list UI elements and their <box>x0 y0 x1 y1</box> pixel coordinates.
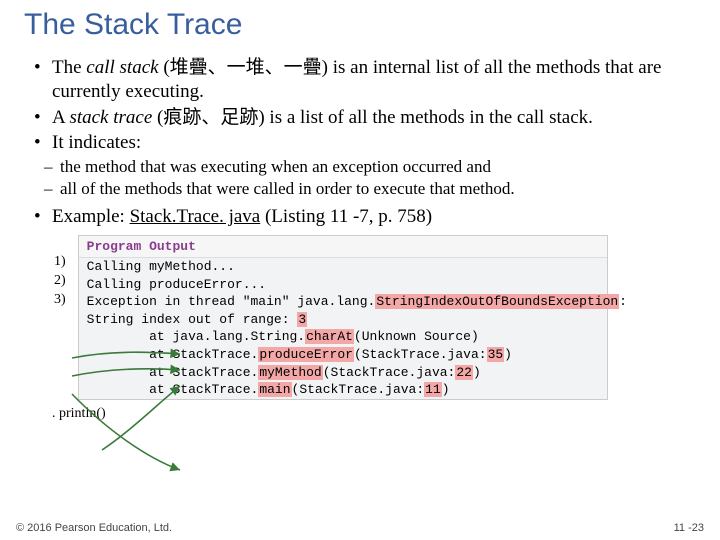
code-line: Calling myMethod... <box>79 258 607 276</box>
footer: © 2016 Pearson Education, Ltd. 11 -23 <box>16 522 704 534</box>
text: Example: <box>52 206 130 227</box>
text: at java.lang.String. <box>87 329 305 344</box>
step-1: 1) <box>54 253 66 272</box>
bullet-4: Example: Stack.Trace. java (Listing 11 -… <box>34 205 704 229</box>
page-title: The Stack Trace <box>24 8 704 42</box>
text: Exception in thread "main" java.lang. <box>87 294 376 309</box>
code-line: Exception in thread "main" java.lang.Str… <box>79 293 607 311</box>
exception-class: StringIndexOutOfBoundsException <box>375 294 619 309</box>
text: (StackTrace.java: <box>292 382 425 397</box>
text: at StackTrace. <box>87 365 259 380</box>
bullet-1: The call stack (堆疊、一堆、一疊) is an internal… <box>34 56 704 104</box>
code-line: at StackTrace.produceError(StackTrace.ja… <box>79 346 607 364</box>
term-stack-trace: stack trace <box>69 107 152 128</box>
code-line: Calling produceError... <box>79 276 607 294</box>
step-numbers: 1) 2) 3) <box>54 253 66 310</box>
text: at StackTrace. <box>87 347 259 362</box>
code-line: String index out of range: 3 <box>79 311 607 329</box>
example-row: 1) 2) 3) Program Output Calling myMethod… <box>54 235 704 400</box>
text: at StackTrace. <box>87 382 259 397</box>
dash-2: all of the methods that were called in o… <box>44 179 704 199</box>
line-number: 22 <box>455 365 473 380</box>
bullet-2: A stack trace (痕跡、足跡) is a list of all t… <box>34 106 704 130</box>
line-number: 35 <box>487 347 505 362</box>
text: String index out of range: <box>87 312 298 327</box>
text: (Listing 11 -7, p. 758) <box>260 206 432 227</box>
method-name: main <box>258 382 291 397</box>
text: (StackTrace.java: <box>354 347 487 362</box>
bullet-list: The call stack (堆疊、一堆、一疊) is an internal… <box>16 56 704 155</box>
step-3: 3) <box>54 291 66 310</box>
text: : <box>619 294 627 309</box>
dash-1: the method that was executing when an ex… <box>44 157 704 177</box>
slide-number: 11 -23 <box>674 522 704 534</box>
example-link[interactable]: Stack.Trace. java <box>130 206 261 227</box>
line-number: 11 <box>424 382 442 397</box>
method-name: charAt <box>305 329 354 344</box>
dash-list: the method that was executing when an ex… <box>16 157 704 199</box>
code-line: at java.lang.String.charAt(Unknown Sourc… <box>79 328 607 346</box>
method-name: produceError <box>258 347 354 362</box>
println-label: . println() <box>52 406 704 422</box>
bullet-list-2: Example: Stack.Trace. java (Listing 11 -… <box>16 205 704 229</box>
text: (Unknown Source) <box>354 329 479 344</box>
text: ) <box>504 347 512 362</box>
program-output-box: Program Output Calling myMethod... Calli… <box>78 235 608 400</box>
slide: The Stack Trace The call stack (堆疊、一堆、一疊… <box>0 0 720 422</box>
code-line: at StackTrace.main(StackTrace.java:11) <box>79 381 607 399</box>
code-line: at StackTrace.myMethod(StackTrace.java:2… <box>79 364 607 382</box>
step-2: 2) <box>54 272 66 291</box>
term-call-stack: call stack <box>86 57 158 78</box>
index-value: 3 <box>297 312 307 327</box>
text: The <box>52 57 86 78</box>
bullet-3: It indicates: <box>34 131 704 155</box>
text: A <box>52 107 69 128</box>
text: (痕跡、足跡) is a list of all the methods in … <box>152 107 593 128</box>
text: (StackTrace.java: <box>323 365 456 380</box>
copyright: © 2016 Pearson Education, Ltd. <box>16 522 172 534</box>
text: ) <box>442 382 450 397</box>
text: ) <box>473 365 481 380</box>
output-header: Program Output <box>79 236 607 259</box>
method-name: myMethod <box>258 365 322 380</box>
